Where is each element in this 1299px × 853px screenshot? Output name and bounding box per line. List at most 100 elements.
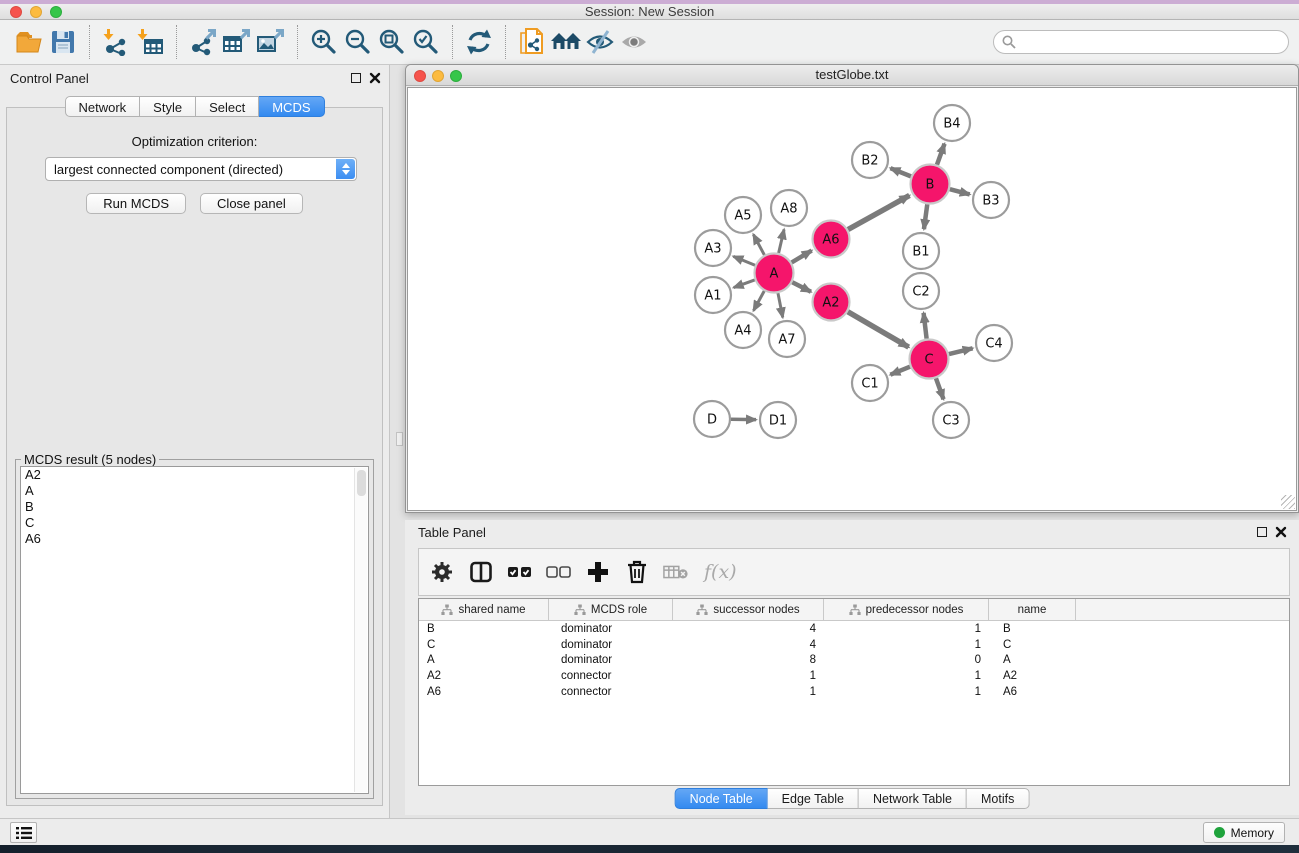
table-row[interactable]: A6connector11A6 [419,684,1289,700]
edge-A-A4[interactable] [754,291,765,311]
edge-C-C3[interactable] [936,378,944,399]
zoom-in-icon[interactable] [307,25,341,59]
table-row[interactable]: A2connector11A2 [419,668,1289,684]
edge-A-A5[interactable] [753,234,764,255]
mcds-result-list[interactable]: A2ABCA6 [20,466,369,794]
edge-B-B3[interactable] [950,189,970,194]
network-zoom-button[interactable] [450,70,462,82]
table-cell[interactable]: 8 [673,654,824,666]
table-row[interactable]: Bdominator41B [419,621,1289,637]
minimize-window-button[interactable] [30,6,42,18]
close-window-button[interactable] [10,6,22,18]
column-header-name[interactable]: name [989,599,1076,620]
table-cell[interactable]: 1 [824,623,989,635]
table-cell[interactable]: A6 [419,686,549,698]
show-eye-icon[interactable] [617,25,651,59]
import-table-icon[interactable] [133,25,167,59]
search-input[interactable] [1021,32,1288,52]
table-cell[interactable]: B [989,623,1076,635]
zoom-selected-icon[interactable] [409,25,443,59]
edge-C-C2[interactable] [924,313,927,339]
edge-A-A2[interactable] [792,282,811,292]
table-cell[interactable]: 1 [673,686,824,698]
close-panel-icon[interactable] [369,72,381,84]
result-item[interactable]: C [21,515,368,531]
edge-A2-C[interactable] [848,312,909,347]
edge-C-C1[interactable] [890,367,910,375]
table-cell[interactable]: 4 [673,623,824,635]
table-cell[interactable]: A [989,654,1076,666]
splitter-handle[interactable] [396,432,403,446]
zoom-window-button[interactable] [50,6,62,18]
tab-edge-table[interactable]: Edge Table [768,788,859,809]
tab-select[interactable]: Select [196,96,259,117]
edge-A-A1[interactable] [734,280,755,288]
table-cell[interactable]: A [419,654,549,666]
export-image-icon[interactable] [254,25,288,59]
table-cell[interactable]: C [419,639,549,651]
network-canvas[interactable]: AA1A2A3A4A5A6A7A8BB1B2B3B4CC1C2C3C4DD1 [407,87,1297,511]
home-icon[interactable] [549,25,583,59]
table-cell[interactable]: B [419,623,549,635]
table-cell[interactable]: dominator [549,639,673,651]
table-cell[interactable]: 1 [673,670,824,682]
result-item[interactable]: A [21,483,368,499]
network-from-file-icon[interactable] [515,25,549,59]
edge-A-A7[interactable] [778,293,783,317]
tab-style[interactable]: Style [140,96,196,117]
import-network-icon[interactable] [99,25,133,59]
table-cell[interactable]: 1 [824,686,989,698]
edge-A-A3[interactable] [733,256,755,265]
deselect-all-checkboxes-icon[interactable] [546,558,572,586]
gear-icon[interactable] [429,558,455,586]
memory-button[interactable]: Memory [1203,822,1285,843]
float-table-panel-icon[interactable] [1257,527,1267,537]
columns-icon[interactable] [468,558,494,586]
result-item[interactable]: B [21,499,368,515]
tab-motifs[interactable]: Motifs [967,788,1029,809]
table-cell[interactable]: 1 [824,670,989,682]
select-all-checkboxes-icon[interactable] [507,558,533,586]
column-header-successor-nodes[interactable]: successor nodes [673,599,824,620]
edge-A6-B[interactable] [848,195,909,229]
result-item[interactable]: A2 [21,467,368,483]
export-network-icon[interactable] [186,25,220,59]
zoom-fit-icon[interactable] [375,25,409,59]
result-item[interactable]: A6 [21,531,368,547]
hide-eye-icon[interactable] [583,25,617,59]
edge-B-B2[interactable] [890,168,911,176]
table-cell[interactable]: 1 [824,639,989,651]
close-table-panel-icon[interactable] [1275,526,1287,538]
zoom-out-icon[interactable] [341,25,375,59]
close-panel-button[interactable]: Close panel [200,193,303,214]
tab-network[interactable]: Network [64,96,140,117]
open-folder-icon[interactable] [12,25,46,59]
tab-node-table[interactable]: Node Table [675,788,768,809]
edge-B-B4[interactable] [937,144,945,165]
column-header-predecessor-nodes[interactable]: predecessor nodes [824,599,989,620]
table-cell[interactable]: connector [549,686,673,698]
table-row[interactable]: Cdominator41C [419,637,1289,653]
column-header-shared-name[interactable]: shared name [419,599,549,620]
resize-grip-icon[interactable] [1281,495,1295,509]
table-row[interactable]: Adominator80A [419,652,1289,668]
delete-column-icon[interactable] [624,558,650,586]
table-cell[interactable]: connector [549,670,673,682]
export-table-icon[interactable] [220,25,254,59]
table-cell[interactable]: A2 [419,670,549,682]
criterion-dropdown[interactable]: largest connected component (directed) [45,157,357,181]
table-cell[interactable]: dominator [549,623,673,635]
table-cell[interactable]: A2 [989,670,1076,682]
edge-C-C4[interactable] [949,348,973,354]
edge-A-A6[interactable] [792,251,812,263]
refresh-icon[interactable] [462,25,496,59]
run-mcds-button[interactable]: Run MCDS [86,193,186,214]
network-close-button[interactable] [414,70,426,82]
add-column-icon[interactable] [585,558,611,586]
float-panel-icon[interactable] [351,73,361,83]
edge-A-A8[interactable] [779,229,784,253]
table-cell[interactable]: A6 [989,686,1076,698]
column-header-MCDS-role[interactable]: MCDS role [549,599,673,620]
table-cell[interactable]: 0 [824,654,989,666]
network-minimize-button[interactable] [432,70,444,82]
